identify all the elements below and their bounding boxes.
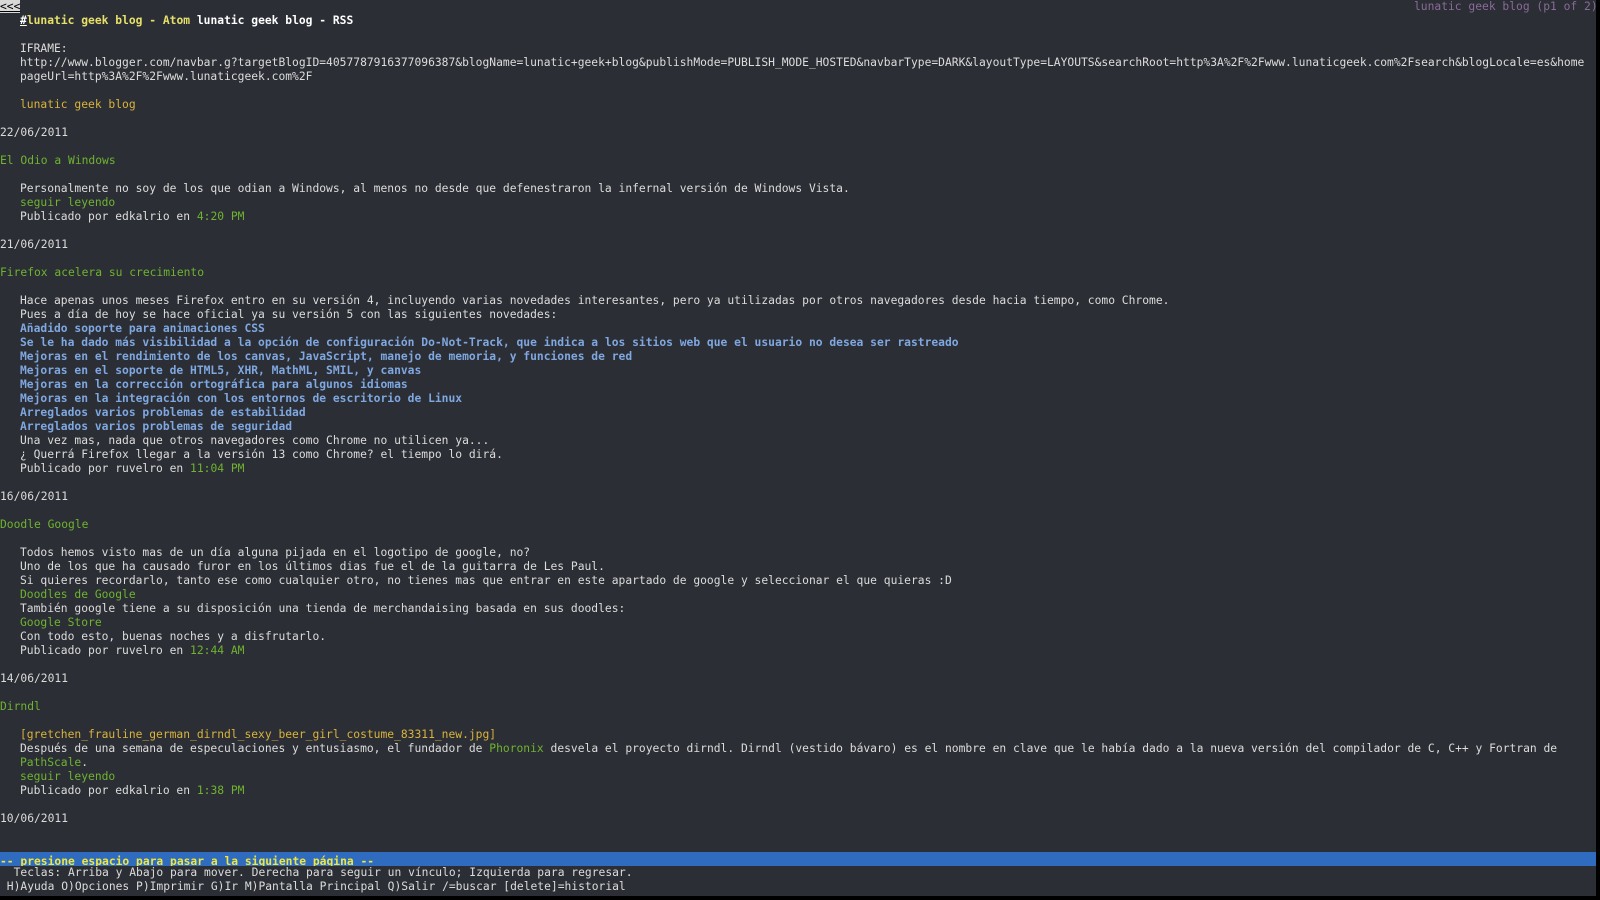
post-1-date: 22/06/2011 bbox=[0, 126, 69, 139]
post-5-date: 10/06/2011 bbox=[0, 812, 69, 825]
post-3-date: 16/06/2011 bbox=[0, 490, 69, 503]
post-3-byline: Publicado por ruvelro en 12:44 AM bbox=[20, 644, 244, 658]
page-indicator: lunatic geek blog (p1 of 2) bbox=[1414, 0, 1596, 13]
post-1-title-link[interactable]: El Odio a Windows bbox=[0, 154, 116, 168]
post-4-read-more-link[interactable]: seguir leyendo bbox=[20, 770, 115, 784]
post-4-body-pre: Después de una semana de especulaciones … bbox=[20, 742, 490, 755]
hash-cursor[interactable]: # bbox=[20, 14, 27, 27]
post-2-feature-7: Arreglados varios problemas de estabilid… bbox=[20, 406, 306, 419]
post-2-closing-2: ¿ Querrá Firefox llegar a la versión 13 … bbox=[20, 448, 503, 461]
post-2-title-link[interactable]: Firefox acelera su crecimiento bbox=[0, 266, 204, 280]
post-2-byline: Publicado por ruvelro en 11:04 PM bbox=[20, 462, 244, 476]
post-2-closing-1: Una vez mas, nada que otros navegadores … bbox=[20, 434, 490, 447]
post-3-body-3: Si quieres recordarlo, tanto ese como cu… bbox=[20, 574, 952, 587]
post-3-doodles-link[interactable]: Doodles de Google bbox=[20, 588, 136, 602]
post-1-byline: Publicado por edkalrio en 4:20 PM bbox=[20, 210, 244, 224]
phoronix-link[interactable]: Phoronix bbox=[489, 742, 543, 755]
iframe-url-line-2[interactable]: pageUrl=http%3A%2F%2Fwww.lunaticgeek.com… bbox=[20, 70, 312, 84]
post-4-time-link[interactable]: 1:38 PM bbox=[197, 784, 245, 797]
post-2-byline-text: Publicado por ruvelro en bbox=[20, 462, 191, 475]
post-2-feature-6: Mejoras en la integración con los entorn… bbox=[20, 392, 463, 405]
post-4-byline-text: Publicado por edkalrio en bbox=[20, 784, 197, 797]
post-2-body-1: Hace apenas unos meses Firefox entro en … bbox=[20, 294, 1170, 307]
post-3-body-2: Uno de los que ha causado furor en los ú… bbox=[20, 560, 605, 573]
post-3-title-link[interactable]: Doodle Google bbox=[0, 518, 88, 532]
post-4-date: 14/06/2011 bbox=[0, 672, 69, 685]
rss-link[interactable]: lunatic geek blog - RSS bbox=[197, 14, 353, 27]
post-4-body-end: . bbox=[81, 756, 89, 769]
post-2-feature-3: Mejoras en el rendimiento de los canvas,… bbox=[20, 350, 633, 363]
atom-link[interactable]: lunatic geek blog - Atom bbox=[27, 14, 190, 27]
post-3-closing: Con todo esto, buenas noches y a disfrut… bbox=[20, 630, 327, 643]
post-1-read-more-link[interactable]: seguir leyendo bbox=[20, 196, 115, 210]
terminal-screen: <<< #lunatic geek blog - Atom lunatic ge… bbox=[0, 0, 1596, 900]
blog-title-link[interactable]: lunatic geek blog bbox=[20, 98, 136, 112]
help-line-2: H)Ayuda O)Opciones P)Imprimir G)Ir M)Pan… bbox=[0, 880, 626, 893]
post-3-body-1: Todos hemos visto mas de un día alguna p… bbox=[20, 546, 531, 559]
post-3-middle: También google tiene a su disposición un… bbox=[20, 602, 626, 615]
screen-edge bbox=[1596, 0, 1600, 900]
feed-links-line: #lunatic geek blog - Atom lunatic geek b… bbox=[20, 14, 353, 28]
post-4-body-line-1: Después de una semana de especulaciones … bbox=[20, 742, 1557, 756]
post-4-body-line-2: PathScale. bbox=[20, 756, 88, 770]
post-1-time-link[interactable]: 4:20 PM bbox=[197, 210, 245, 223]
header-line: <<< bbox=[0, 0, 21, 14]
post-3-time-link[interactable]: 12:44 AM bbox=[190, 644, 244, 657]
post-2-feature-8: Arreglados varios problemas de seguridad bbox=[20, 420, 293, 433]
back-link[interactable]: <<< bbox=[0, 0, 21, 13]
post-2-feature-2: Se le ha dado más visibilidad a la opció… bbox=[20, 336, 959, 349]
post-1-body: Personalmente no soy de los que odian a … bbox=[20, 182, 850, 195]
post-2-feature-5: Mejoras en la corrección ortográfica par… bbox=[20, 378, 408, 391]
help-area: Teclas: Arriba y Abajo para mover. Derec… bbox=[0, 866, 1596, 900]
help-line-1: Teclas: Arriba y Abajo para mover. Derec… bbox=[0, 866, 633, 879]
post-4-image-link[interactable]: [gretchen_frauline_german_dirndl_sexy_be… bbox=[20, 728, 496, 742]
post-2-body-2: Pues a día de hoy se hace oficial ya su … bbox=[20, 308, 558, 321]
status-bar: -- presione espacio para pasar a la sigu… bbox=[0, 852, 1596, 868]
iframe-url-line-1[interactable]: http://www.blogger.com/navbar.g?targetBl… bbox=[20, 56, 1584, 70]
iframe-label: IFRAME: bbox=[20, 42, 68, 55]
post-4-body-post: desvela el proyecto dirndl. Dirndl (vest… bbox=[543, 742, 1558, 755]
post-2-feature-4: Mejoras en el soporte de HTML5, XHR, Mat… bbox=[20, 364, 422, 377]
post-1-byline-text: Publicado por edkalrio en bbox=[20, 210, 197, 223]
post-2-time-link[interactable]: 11:04 PM bbox=[190, 462, 244, 475]
post-2-date: 21/06/2011 bbox=[0, 238, 69, 251]
bottom-edge bbox=[0, 896, 1600, 900]
post-4-byline: Publicado por edkalrio en 1:38 PM bbox=[20, 784, 244, 798]
pathscale-link[interactable]: PathScale bbox=[20, 756, 81, 769]
post-2-feature-1: Añadido soporte para animaciones CSS bbox=[20, 322, 265, 335]
post-3-store-link[interactable]: Google Store bbox=[20, 616, 102, 630]
post-4-title-link[interactable]: Dirndl bbox=[0, 700, 41, 714]
post-3-byline-text: Publicado por ruvelro en bbox=[20, 644, 191, 657]
